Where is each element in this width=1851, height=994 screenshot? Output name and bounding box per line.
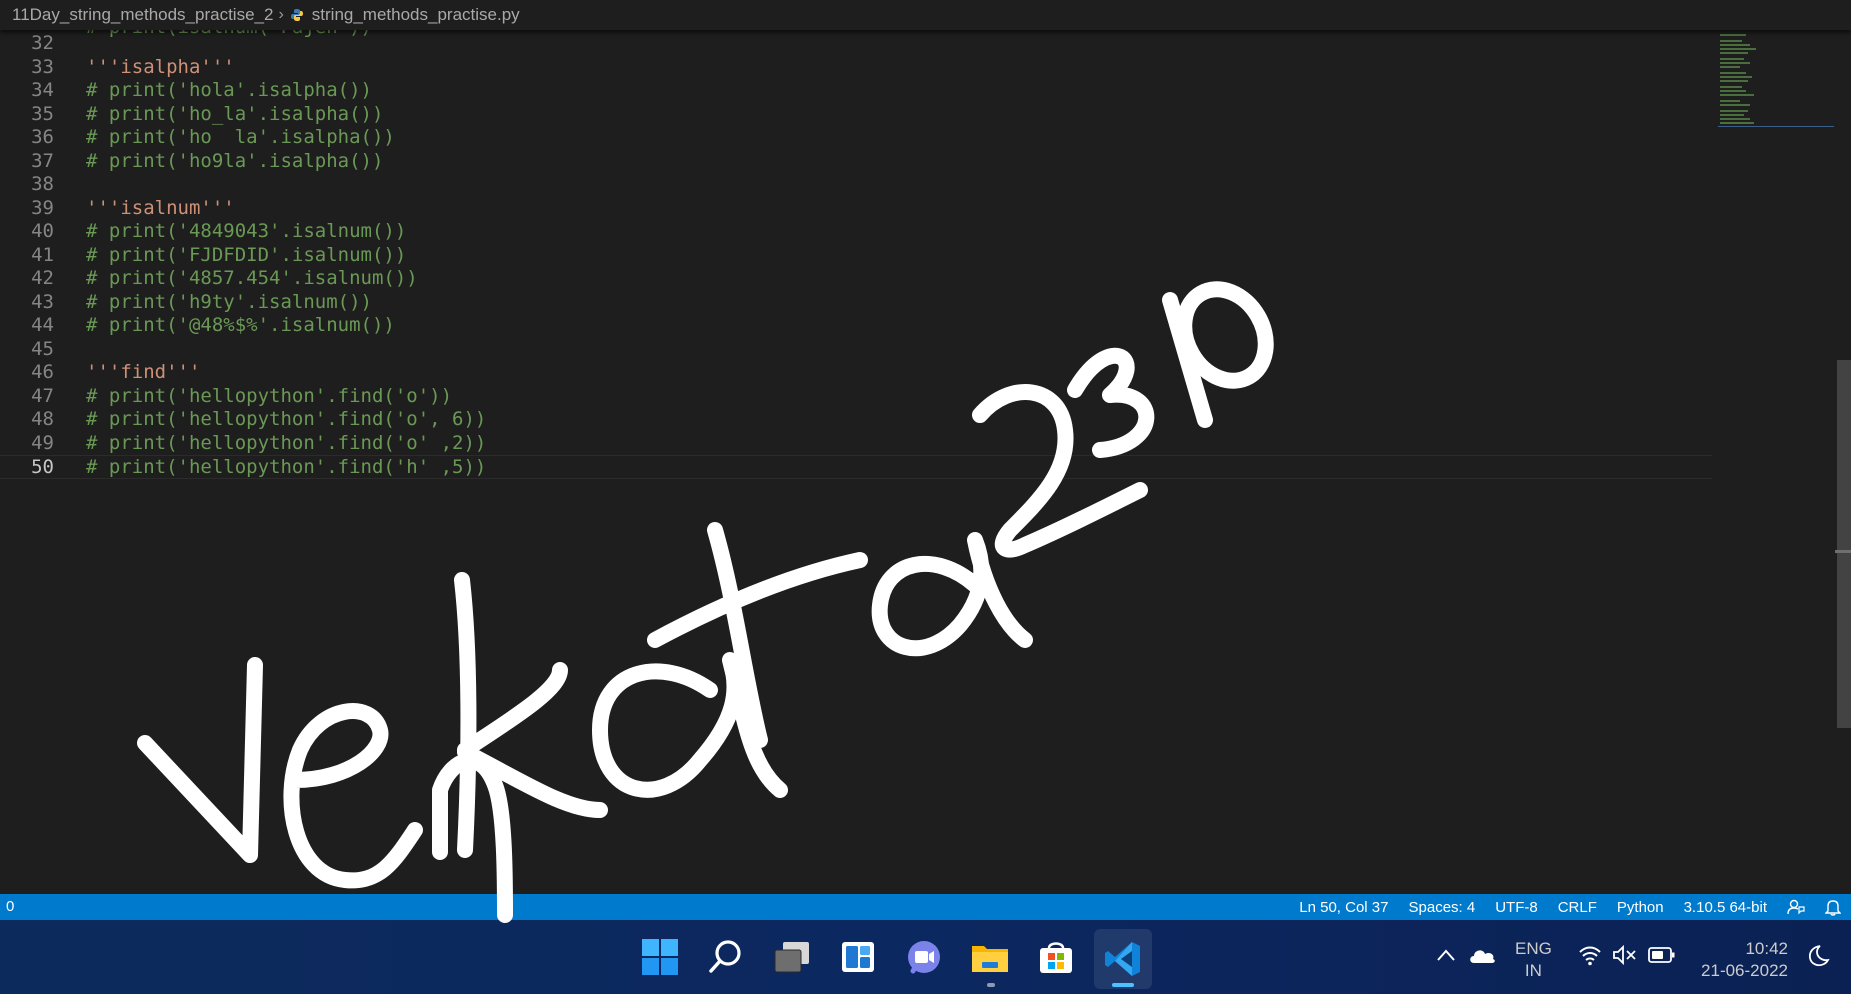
breadcrumb: 11Day_string_methods_practise_2 › string… xyxy=(0,0,1851,30)
line-number: 32 xyxy=(31,32,54,54)
chevron-right-icon: › xyxy=(278,6,284,23)
task-view-icon[interactable] xyxy=(770,935,814,979)
line-number: 34 xyxy=(31,79,54,101)
line-number: 46 xyxy=(31,361,54,383)
line-number: 48 xyxy=(31,408,54,430)
code-line[interactable]: 41 # print('FJDFDID'.isalnum()) xyxy=(0,244,1712,268)
code-line[interactable]: 46 '''find''' xyxy=(0,361,1712,385)
code-line[interactable]: 32 xyxy=(0,32,1712,56)
code-line[interactable]: 34 # print('hola'.isalpha()) xyxy=(0,79,1712,103)
widgets-icon[interactable] xyxy=(836,935,880,979)
current-code-line[interactable]: 50 # print('hellopython'.find('h' ,5)) xyxy=(0,455,1712,479)
line-text: # print('hola'.isalpha()) xyxy=(86,79,372,101)
file-explorer-icon[interactable] xyxy=(968,935,1012,979)
line-text: # print('hellopython'.find('o' ,2)) xyxy=(86,431,487,454)
line-text: # print('h9ty'.isalnum()) xyxy=(86,290,372,313)
code-line[interactable]: 38 xyxy=(0,173,1712,197)
line-number: 43 xyxy=(31,290,54,313)
code-line[interactable]: 48 # print('hellopython'.find('o', 6)) xyxy=(0,408,1712,432)
code-line[interactable]: 35 # print('ho_la'.isalpha()) xyxy=(0,103,1712,127)
vertical-scrollbar[interactable] xyxy=(1835,30,1851,894)
line-number: 35 xyxy=(31,102,54,125)
line-number: 36 xyxy=(31,126,54,148)
code-line[interactable]: 36 # print('ho la'.isalpha()) xyxy=(0,126,1712,150)
line-number: 38 xyxy=(31,173,54,195)
line-number: 33 xyxy=(31,55,54,78)
status-bar: 0 Ln 50, Col 37 Spaces: 4 UTF-8 CRLF Pyt… xyxy=(0,894,1851,920)
line-number: 42 xyxy=(31,267,54,289)
active-indicator xyxy=(1112,983,1134,987)
breadcrumb-folder[interactable]: 11Day_string_methods_practise_2 xyxy=(12,5,273,25)
language-mode[interactable]: Python xyxy=(1617,899,1664,916)
python-interpreter[interactable]: 3.10.5 64-bit xyxy=(1684,899,1767,916)
line-text: # print('@48%$%'.isalnum()) xyxy=(86,314,395,336)
battery-icon[interactable] xyxy=(1648,945,1676,965)
line-number: 40 xyxy=(31,220,54,242)
volume-muted-icon[interactable] xyxy=(1612,944,1638,966)
line-number: 49 xyxy=(31,431,54,454)
microsoft-store-icon[interactable] xyxy=(1034,935,1078,979)
code-line[interactable]: 42 # print('4857.454'.isalnum()) xyxy=(0,267,1712,291)
line-number: 39 xyxy=(31,196,54,219)
line-text: # print('hellopython'.find('o')) xyxy=(86,384,453,407)
line-ending[interactable]: CRLF xyxy=(1558,899,1597,916)
onedrive-cloud-icon[interactable] xyxy=(1468,946,1496,964)
line-text: '''isalpha''' xyxy=(86,55,235,78)
line-text: # print('hellopython'.find('h' ,5)) xyxy=(86,456,487,478)
line-text: # print('ho9la'.isalpha()) xyxy=(86,149,384,172)
wifi-icon[interactable] xyxy=(1578,944,1602,966)
line-number: 50 xyxy=(31,456,54,478)
bell-icon[interactable] xyxy=(1825,898,1841,916)
scrollbar-thumb[interactable] xyxy=(1837,360,1851,728)
line-number: 44 xyxy=(31,314,54,336)
line-text: # print('4849043'.isalnum()) xyxy=(86,220,407,242)
line-text: '''isalnum''' xyxy=(86,196,235,219)
line-number: 47 xyxy=(31,384,54,407)
input-language[interactable]: ENG IN xyxy=(1515,938,1552,982)
problems-count[interactable]: 0 xyxy=(6,898,14,915)
line-text: # print('hellopython'.find('o', 6)) xyxy=(86,408,487,430)
line-text: # print('ho la'.isalpha()) xyxy=(86,126,395,148)
code-line[interactable]: 45 xyxy=(0,338,1712,362)
code-line[interactable]: 37 # print('ho9la'.isalpha()) xyxy=(0,150,1712,174)
code-line[interactable]: 43 # print('h9ty'.isalnum()) xyxy=(0,291,1712,315)
line-text: # print('FJDFDID'.isalnum()) xyxy=(86,243,407,266)
teams-chat-icon[interactable] xyxy=(902,935,946,979)
system-clock[interactable]: 10:42 21-06-2022 xyxy=(1690,938,1788,982)
focus-moon-icon[interactable] xyxy=(1806,944,1830,968)
code-line[interactable]: 33 '''isalpha''' xyxy=(0,56,1712,80)
line-number: 45 xyxy=(31,337,54,360)
line-number: 37 xyxy=(31,149,54,172)
cursor-position[interactable]: Ln 50, Col 37 xyxy=(1299,899,1388,916)
code-line[interactable]: 44 # print('@48%$%'.isalnum()) xyxy=(0,314,1712,338)
line-text: # print('ho_la'.isalpha()) xyxy=(86,102,384,125)
file-encoding[interactable]: UTF-8 xyxy=(1495,899,1538,916)
code-line[interactable]: 47 # print('hellopython'.find('o')) xyxy=(0,385,1712,409)
code-line[interactable]: 49 # print('hellopython'.find('o' ,2)) xyxy=(0,432,1712,456)
running-indicator xyxy=(987,983,995,987)
indentation-setting[interactable]: Spaces: 4 xyxy=(1409,899,1476,916)
vscode-icon[interactable] xyxy=(1094,929,1152,989)
line-number: 41 xyxy=(31,243,54,266)
windows-taskbar: ENG IN 10:42 21-06-2022 xyxy=(0,920,1851,994)
windows-start-icon[interactable] xyxy=(638,935,682,979)
scrollbar-cursor-marker xyxy=(1835,550,1851,553)
chevron-up-icon[interactable] xyxy=(1436,948,1456,962)
search-icon[interactable] xyxy=(704,935,748,979)
line-text: # print('4857.454'.isalnum()) xyxy=(86,267,418,289)
minimap[interactable] xyxy=(1718,30,1834,130)
code-line[interactable]: 39 '''isalnum''' xyxy=(0,197,1712,221)
code-line[interactable]: 40 # print('4849043'.isalnum()) xyxy=(0,220,1712,244)
line-text: '''find''' xyxy=(86,361,201,383)
feedback-icon[interactable] xyxy=(1787,898,1805,916)
python-file-icon xyxy=(290,9,303,21)
breadcrumb-file[interactable]: string_methods_practise.py xyxy=(312,5,520,25)
code-editor[interactable]: # print(isalnum("Fajeh")) 3233'''isalpha… xyxy=(0,30,1851,894)
